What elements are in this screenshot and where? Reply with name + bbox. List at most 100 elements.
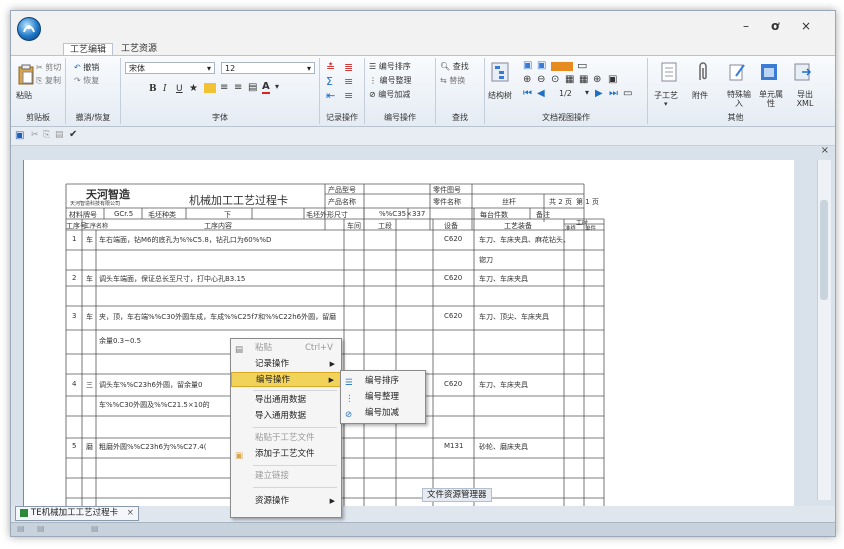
row5-content[interactable]: 粗磨外圆%%C23h6为%%C27.4( <box>99 442 207 452</box>
replace-button[interactable]: ⇆ 替换 <box>440 75 465 86</box>
copy-small-icon[interactable]: ⎘ <box>43 130 50 140</box>
row4-content[interactable]: 调头车%%C23h6外圆，留余量0 <box>99 380 202 390</box>
document-tab-close-icon[interactable]: × <box>127 508 134 518</box>
font-color-icon[interactable]: A <box>262 81 270 94</box>
export-xml-icon[interactable] <box>794 62 812 82</box>
row3-tooling[interactable]: 车刀、顶尖、车床夹具 <box>479 312 549 322</box>
menu-item-paste[interactable]: ▤ 粘贴 Ctrl+V <box>231 341 341 356</box>
row2-tooling[interactable]: 车刀、车床夹具 <box>479 274 528 284</box>
select-icon[interactable]: ▣ <box>523 60 532 71</box>
row5-no[interactable]: 5 <box>72 442 76 450</box>
font-name-combo[interactable]: 宋体 ▾ <box>125 62 215 74</box>
indent-record-icon[interactable]: ⇤ <box>326 89 335 102</box>
row3-content[interactable]: 夹，顶，车右端%%C30外圆车成，车成%%C25f7和%%C22h6外圆，留磨 <box>99 312 336 322</box>
row2-name[interactable]: 车 <box>86 274 93 284</box>
full-page-icon[interactable]: ▦ <box>579 74 588 85</box>
cell-attr-button[interactable]: 单元属性 <box>756 90 786 108</box>
align-right-icon[interactable]: ≡ <box>234 82 242 93</box>
row1-no[interactable]: 1 <box>72 235 76 243</box>
rectangle-icon[interactable]: ▭ <box>577 59 587 72</box>
page-dropdown-icon[interactable]: ▾ <box>585 88 589 97</box>
underline-button[interactable]: U <box>176 84 183 94</box>
cut-button[interactable]: ✂ 剪切 <box>36 62 61 73</box>
menu-item-import-common[interactable]: 导入通用数据 <box>231 409 341 424</box>
status-icon-1[interactable]: ▤ <box>17 524 25 533</box>
save-icon[interactable]: ▣ <box>15 130 24 141</box>
last-page-icon[interactable]: ⏭ <box>609 88 618 99</box>
minimize-button[interactable]: – <box>743 19 749 33</box>
status-icon-2[interactable]: ▤ <box>37 524 45 533</box>
row3-equipment[interactable]: C620 <box>444 312 462 320</box>
font-color-dropdown-icon[interactable]: ▾ <box>275 82 279 91</box>
row1-equipment[interactable]: C620 <box>444 235 462 243</box>
blank-type-value[interactable]: 下 <box>224 210 231 220</box>
menu-item-paste-to-process[interactable]: 粘贴于工艺文件 <box>231 431 341 446</box>
scrollbar-thumb[interactable] <box>820 200 828 300</box>
submenu-item-add[interactable]: ⊘ 编号加减 <box>341 406 425 421</box>
tab-process-resources[interactable]: 工艺资源 <box>115 43 163 55</box>
copy-button[interactable]: ⎘ 复制 <box>36 75 61 86</box>
insert-record-icon[interactable]: ≛ <box>326 61 335 74</box>
number-add-button[interactable]: ⊘ 编号加减 <box>369 89 410 100</box>
delete-record-icon[interactable]: ≣ <box>344 61 353 74</box>
special-input-button[interactable]: 特殊输入 <box>724 90 754 108</box>
row2-content[interactable]: 调头车端面，保证总长至尺寸，打中心孔B3.15 <box>99 274 245 284</box>
move-down-record-icon[interactable]: ≡ <box>344 75 353 88</box>
row4-name[interactable]: 三 <box>86 380 93 390</box>
paste-icon[interactable] <box>17 64 35 86</box>
bold-button[interactable]: B <box>149 84 157 94</box>
outdent-record-icon[interactable]: ≡ <box>344 89 353 102</box>
page-indicator[interactable]: 1/2 <box>559 89 572 98</box>
file-explorer-label[interactable]: 文件资源管理器 <box>422 488 492 502</box>
vertical-scrollbar[interactable] <box>817 160 831 500</box>
menu-item-export-common[interactable]: 导出通用数据 <box>231 393 341 408</box>
row5-equipment[interactable]: M131 <box>444 442 463 450</box>
align-center-icon[interactable]: ≡ <box>220 82 228 93</box>
menu-item-record-ops[interactable]: 记录操作 ▶ <box>231 357 341 372</box>
export-xml-button[interactable]: 导出XML <box>790 90 820 108</box>
paperclip-icon[interactable] <box>696 62 710 82</box>
row5-tooling[interactable]: 砂轮、磨床夹具 <box>479 442 528 452</box>
attachment-button[interactable]: 附件 <box>692 90 708 101</box>
maximize-button[interactable]: ơ <box>771 19 779 33</box>
part-name-value[interactable]: 丝杆 <box>502 197 516 207</box>
cell-attr-icon[interactable] <box>760 62 778 82</box>
zoom-custom-icon[interactable]: ⊕ <box>593 74 601 85</box>
row3-content-2[interactable]: 余量0.3~0.5 <box>99 336 141 346</box>
paste-button[interactable]: 粘贴 <box>16 90 32 101</box>
screenshot-icon[interactable]: ▣ <box>608 74 617 85</box>
menu-item-resource-ops[interactable]: 资源操作 ▶ <box>231 494 341 509</box>
structure-tree-icon[interactable] <box>491 62 509 82</box>
align-left-icon[interactable] <box>204 83 216 93</box>
row4-content-2[interactable]: 车%%C30外圆及%%C21.5×10的 <box>99 400 210 410</box>
row1-tooling-2[interactable]: 锪刀 <box>479 255 493 265</box>
child-process-icon[interactable] <box>660 62 678 82</box>
submenu-item-arrange[interactable]: ⋮ 编号整理 <box>341 390 425 405</box>
find-button[interactable]: 🔍︎ 查找 <box>440 61 469 72</box>
undo-button[interactable]: ↶ 撤销 <box>74 62 99 73</box>
zoom-fit-icon[interactable]: ⊙ <box>551 74 559 85</box>
document-tab[interactable]: TE机械加工工艺过程卡 × <box>15 506 139 521</box>
first-page-icon[interactable]: ⏮ <box>523 88 532 99</box>
window-icon[interactable]: ▭ <box>623 88 632 99</box>
menu-item-create-link[interactable]: 建立链接 <box>231 469 341 484</box>
blank-size-value[interactable]: %%C35×337 <box>379 210 425 218</box>
italic-button[interactable]: I <box>163 84 167 94</box>
move-up-record-icon[interactable]: Σ <box>326 75 333 88</box>
cut-small-icon[interactable]: ✂ <box>31 130 39 140</box>
special-input-icon[interactable] <box>728 62 746 82</box>
menu-item-add-child-process[interactable]: ▣ 添加子工艺文件 <box>231 447 341 462</box>
zoom-page-icon[interactable]: ▦ <box>565 74 574 85</box>
row4-equipment[interactable]: C620 <box>444 380 462 388</box>
row4-tooling[interactable]: 车刀、车床夹具 <box>479 380 528 390</box>
number-sort-button[interactable]: ☰ 编号排序 <box>369 61 411 72</box>
next-page-icon[interactable]: ▶ <box>595 88 603 99</box>
row2-no[interactable]: 2 <box>72 274 76 282</box>
justify-icon[interactable]: ▤ <box>248 82 257 93</box>
menu-item-number-ops[interactable]: 编号操作 ▶ <box>231 372 341 387</box>
submenu-item-sort[interactable]: ☰ 编号排序 <box>341 374 425 389</box>
checkmark-icon[interactable]: ✔ <box>69 129 77 140</box>
row3-name[interactable]: 车 <box>86 312 93 322</box>
close-doc-pane-icon[interactable]: × <box>821 145 829 156</box>
highlight-icon[interactable] <box>551 62 573 71</box>
